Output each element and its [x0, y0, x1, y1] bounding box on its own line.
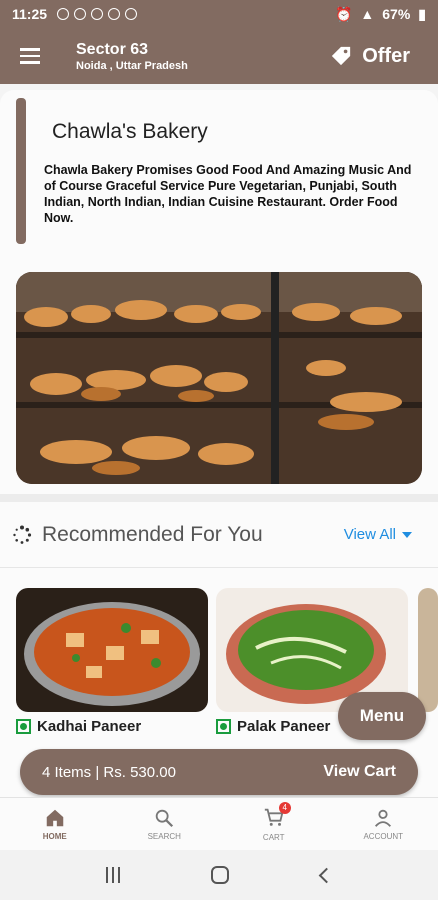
bottom-navigation: HOME SEARCH 4 CART ACCOUNT	[0, 797, 438, 849]
nav-cart[interactable]: 4 CART	[219, 798, 329, 849]
phone-icon	[125, 8, 138, 20]
restaurant-description: Chawla Bakery Promises Good Food And Ama…	[44, 163, 412, 225]
hamburger-menu-icon[interactable]	[0, 28, 60, 84]
signal-icon: ▲	[360, 6, 375, 22]
location-selector[interactable]: Sector 63 Noida , Uttar Pradesh	[76, 41, 188, 72]
nav-home-label: HOME	[42, 831, 67, 841]
recent-apps-icon[interactable]	[105, 867, 120, 883]
nav-home[interactable]: HOME	[0, 798, 110, 849]
veg-icon	[16, 719, 31, 734]
cart-badge: 4	[278, 801, 291, 814]
battery-icon: ▮	[418, 5, 426, 22]
status-right: ⏰ ▲ 67% ▮	[335, 6, 426, 23]
veg-icon	[216, 719, 231, 734]
nav-account[interactable]: ACCOUNT	[329, 798, 438, 849]
view-all-link[interactable]: View All	[344, 526, 412, 543]
home-icon	[46, 809, 63, 826]
location-title: Sector 63	[76, 40, 149, 58]
recommended-header: Recommended For You View All	[0, 502, 438, 568]
view-cart-label: View Cart	[323, 763, 396, 780]
location-subtitle: Noida , Uttar Pradesh	[76, 59, 188, 72]
cart-summary: 4 Items | Rs. 530.00	[42, 763, 176, 781]
back-icon[interactable]	[318, 867, 335, 883]
loading-icon	[13, 525, 32, 544]
section-divider	[0, 494, 438, 502]
alarm-icon: ⏰	[334, 5, 353, 22]
status-time: 11:25	[12, 6, 48, 22]
restaurant-name: Chawla's Bakery	[52, 120, 208, 143]
chevron-down-icon	[402, 531, 412, 538]
food-image-kadhai-paneer[interactable]	[16, 588, 208, 712]
accent-bar	[16, 98, 26, 244]
offer-label: Offer	[362, 44, 410, 67]
restaurant-info: Chawla's Bakery Chawla Bakery Promises G…	[16, 98, 422, 244]
view-cart-bar[interactable]: 4 Items | Rs. 530.00 View Cart	[20, 749, 418, 795]
b-icon	[91, 8, 104, 20]
system-navigation-bar	[0, 850, 438, 900]
bakery-image	[16, 272, 422, 484]
section-title: Recommended For You	[42, 522, 263, 546]
app-icon	[108, 8, 121, 20]
nav-account-label: ACCOUNT	[363, 831, 404, 841]
home-button-icon[interactable]	[211, 866, 230, 884]
view-all-label: View All	[343, 526, 396, 543]
status-bar: 11:25 ⏰ ▲ 67% ▮	[0, 0, 438, 28]
whatsapp-icon-2	[74, 8, 87, 20]
food-name: Kadhai Paneer	[37, 718, 142, 735]
search-icon	[156, 809, 174, 827]
account-icon	[375, 809, 392, 827]
nav-search[interactable]: SEARCH	[110, 798, 220, 849]
whatsapp-icon	[57, 8, 70, 20]
cart-icon-wrap: 4	[263, 801, 291, 830]
menu-button[interactable]: Menu	[338, 692, 426, 740]
nav-search-label: SEARCH	[147, 831, 181, 841]
tag-icon	[332, 46, 351, 66]
food-item-kadhai-paneer[interactable]: Kadhai Paneer	[16, 718, 141, 735]
app-bar: Sector 63 Noida , Uttar Pradesh Offer	[0, 28, 438, 84]
food-item-palak-paneer[interactable]: Palak Paneer	[216, 718, 330, 735]
content-card: Chawla's Bakery Chawla Bakery Promises G…	[0, 90, 438, 900]
offer-button[interactable]: Offer	[330, 45, 410, 68]
nav-cart-label: CART	[262, 832, 285, 842]
notification-icons	[57, 8, 138, 20]
food-image-partial[interactable]	[418, 588, 438, 712]
food-name: Palak Paneer	[237, 718, 331, 735]
battery-text: 67%	[382, 6, 411, 22]
